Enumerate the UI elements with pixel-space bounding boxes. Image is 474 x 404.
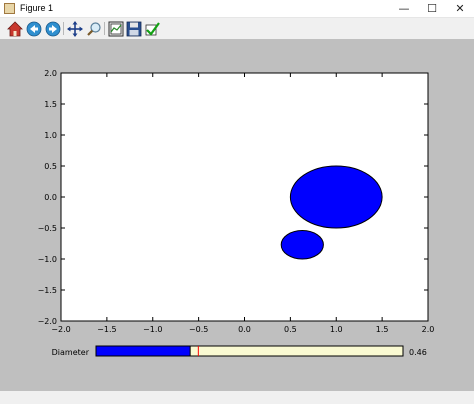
x-tick-label: 0.0 [238, 325, 251, 334]
ellipse-2 [280, 229, 324, 260]
plot-axes[interactable]: −2.0 −1.5 −1.0 −0.5 0.0 0.5 1.0 1.5 2.0 −2.0 −1.5 −… [38, 69, 435, 334]
y-tick-label: −0.5 [38, 224, 57, 233]
window-title: Figure 1 [20, 3, 54, 13]
x-tick-label: −2.0 [51, 325, 70, 334]
figure-canvas: −2.0 −1.5 −1.0 −0.5 0.0 0.5 1.0 1.5 2.0 −2.0 −1.5 −… [0, 39, 474, 391]
y-tick-label: 1.5 [44, 100, 57, 109]
y-tick-label: −1.5 [38, 286, 57, 295]
slider-label: Diameter [52, 348, 90, 357]
pan-icon [66, 20, 83, 37]
figure-svg: −2.0 −1.5 −1.0 −0.5 0.0 0.5 1.0 1.5 2.0 −2.0 −1.5 −… [38, 69, 435, 357]
save-icon [126, 21, 141, 36]
zoom-button[interactable] [85, 20, 102, 37]
slider-fill [95, 345, 191, 357]
toolbar-separator [104, 22, 105, 35]
app-icon [4, 3, 15, 14]
slider-value: 0.46 [409, 348, 427, 357]
save-button[interactable] [125, 20, 142, 37]
y-tick-label: 0.5 [44, 162, 57, 171]
x-tick-label: 0.5 [284, 325, 297, 334]
y-tick-label: 1.0 [44, 131, 57, 140]
x-tick-label: 1.0 [330, 325, 343, 334]
back-icon [26, 21, 41, 36]
zoom-icon [86, 21, 101, 36]
x-tick-label: 2.0 [422, 325, 435, 334]
x-tick-label: −0.5 [189, 325, 208, 334]
y-tick-label: 2.0 [44, 69, 57, 78]
y-tick-label: −1.0 [38, 255, 57, 264]
diameter-slider[interactable]: Diameter 0.46 [52, 345, 427, 357]
configure-subplots-icon [108, 21, 123, 36]
ellipse-1 [289, 165, 383, 229]
status-bar [0, 391, 474, 404]
x-tick-label: −1.5 [97, 325, 116, 334]
edit-axes-button[interactable] [143, 20, 160, 37]
y-tick-label: 0.0 [44, 193, 57, 202]
navigation-toolbar [0, 18, 474, 39]
minimize-button[interactable]: — [390, 0, 418, 17]
y-tick-label: −2.0 [38, 317, 57, 326]
maximize-button[interactable]: ☐ [418, 0, 446, 17]
forward-icon [45, 21, 60, 36]
close-button[interactable]: ✕ [446, 0, 474, 17]
home-icon [6, 20, 23, 36]
x-tick-label: 1.5 [376, 325, 389, 334]
home-button[interactable] [6, 20, 23, 37]
toolbar-separator [63, 22, 64, 35]
configure-subplots-button[interactable] [107, 20, 124, 37]
edit-axes-icon [145, 21, 160, 36]
forward-button[interactable] [44, 20, 61, 37]
pan-button[interactable] [66, 20, 83, 37]
title-bar: Figure 1 — ☐ ✕ [0, 0, 474, 18]
x-tick-label: −1.0 [143, 325, 162, 334]
back-button[interactable] [25, 20, 42, 37]
